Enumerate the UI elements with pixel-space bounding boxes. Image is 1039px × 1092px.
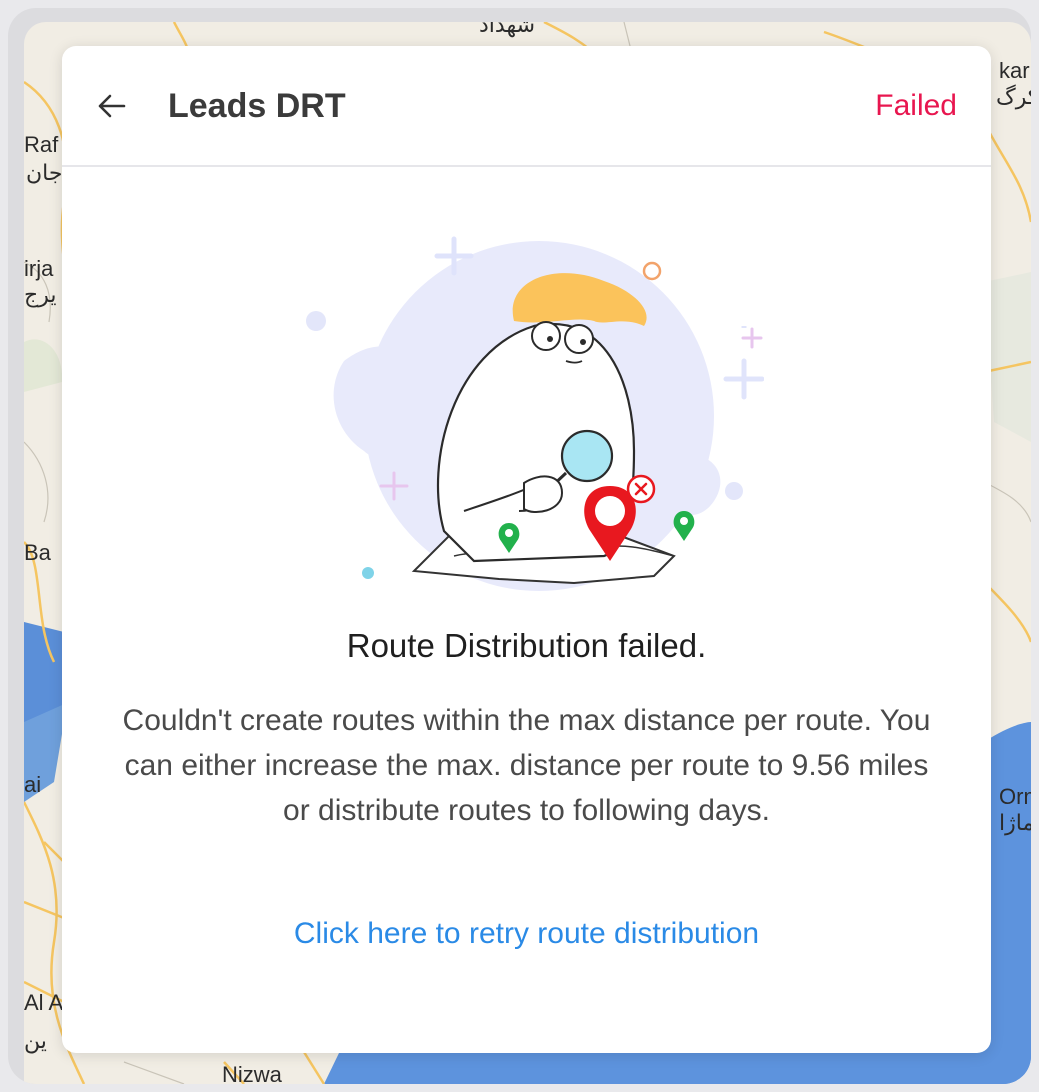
card-header: Leads DRT Failed [62, 46, 991, 167]
map-label: kar [999, 58, 1030, 83]
map-label: جان [26, 160, 63, 185]
map-label: irja [24, 256, 54, 281]
error-heading: Route Distribution failed. [346, 627, 707, 664]
status-badge: Failed [875, 89, 957, 122]
map-label: Al A [24, 990, 64, 1015]
page-title: Leads DRT [168, 87, 346, 125]
map-label: ماژا [999, 810, 1031, 835]
map-label: Ba [24, 540, 51, 565]
map-label: ین [24, 1028, 47, 1053]
error-message: Couldn't create routes within the max di… [122, 704, 931, 827]
map-label: کرگ [996, 84, 1031, 109]
map-label: شهداد [479, 22, 536, 37]
map-label: ai [24, 772, 42, 797]
map-label: Nizwa [222, 1062, 282, 1085]
back-arrow-icon [98, 94, 126, 118]
route-failed-illustration [304, 211, 765, 591]
back-button[interactable] [90, 84, 134, 128]
route-status-card: Leads DRT Failed Route Distribution fail… [62, 46, 991, 1053]
map-label: یرج [24, 282, 57, 307]
map-label: Raf [24, 132, 59, 157]
map-label: Orm [999, 784, 1031, 809]
retry-route-distribution-link[interactable]: Click here to retry route distribution [62, 914, 991, 954]
